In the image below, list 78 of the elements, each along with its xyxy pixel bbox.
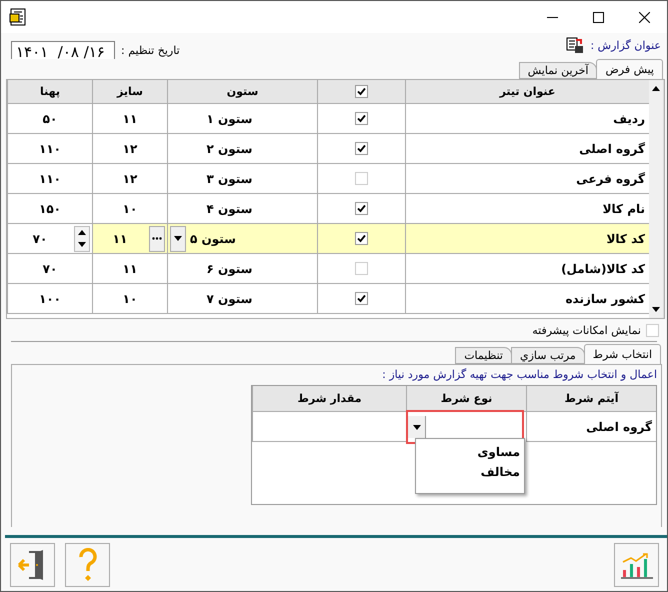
column-header: ستون bbox=[167, 80, 317, 104]
tab[interactable]: پیش فرض bbox=[596, 59, 663, 79]
table-cell: ستون ۳ bbox=[167, 164, 317, 194]
table-cell: ردیف bbox=[405, 104, 649, 134]
row-checkbox[interactable] bbox=[355, 142, 368, 155]
dropdown-button[interactable] bbox=[170, 226, 186, 252]
down-arrow-icon bbox=[412, 424, 420, 430]
table-cell: ستون ۶ bbox=[167, 254, 317, 284]
table-cell: گروه اصلی bbox=[526, 412, 656, 442]
table-cell: نام کالا bbox=[405, 194, 649, 224]
tab[interactable]: آخرین نمایش bbox=[518, 62, 598, 79]
bar-chart-icon bbox=[620, 550, 654, 580]
table-cell: گروه اصلی bbox=[405, 134, 649, 164]
ellipsis-button[interactable] bbox=[149, 226, 165, 252]
table-cell: ۱۱۰ bbox=[7, 164, 92, 194]
dropdown-option[interactable]: مساوی bbox=[420, 445, 520, 459]
app-icon bbox=[9, 8, 27, 26]
size-field[interactable]: ۱۱ bbox=[112, 232, 128, 246]
column-header: عنوان تیتر bbox=[405, 80, 649, 104]
close-icon bbox=[638, 12, 650, 22]
table-cell: ۱۲ bbox=[92, 164, 167, 194]
tab[interactable]: تنظیمات bbox=[455, 347, 512, 364]
table-cell: ۱۱ bbox=[92, 104, 167, 134]
up-arrow-icon[interactable] bbox=[652, 86, 660, 91]
down-arrow-icon[interactable] bbox=[78, 242, 86, 247]
down-arrow-icon[interactable] bbox=[652, 307, 660, 312]
tab[interactable]: انتخاب شرط bbox=[584, 344, 661, 364]
tab[interactable]: مرتب سازي bbox=[510, 347, 585, 364]
table-cell: گروه فرعی bbox=[405, 164, 649, 194]
row-checkbox[interactable] bbox=[355, 172, 368, 185]
table-cell: ۱۰ bbox=[92, 194, 167, 224]
row-checkbox[interactable] bbox=[355, 292, 368, 305]
table-cell: ۱۱۰ bbox=[7, 134, 92, 164]
table-cell: ۱۵۰ bbox=[7, 194, 92, 224]
table-cell: ۱۰۰ bbox=[7, 284, 92, 314]
question-mark-icon bbox=[78, 548, 98, 582]
hint-text: اعمال و انتخاب شروط مناسب جهت تهیه گزارش مورد نیاز : bbox=[381, 368, 657, 381]
table-cell: کد کالا(شامل) bbox=[405, 254, 649, 284]
minimize-icon bbox=[546, 16, 558, 18]
row-checkbox[interactable] bbox=[355, 202, 368, 215]
ellipsis-icon bbox=[152, 237, 162, 240]
spinner[interactable] bbox=[74, 226, 90, 252]
table-cell: کد کالا bbox=[405, 224, 649, 254]
column-header: پهنا bbox=[7, 80, 92, 104]
report-title-label: عنوان گزارش : bbox=[590, 39, 661, 52]
dropdown-option[interactable]: مخالف bbox=[420, 465, 520, 479]
date-label: تاریخ تنظیم : bbox=[121, 44, 180, 56]
table-cell: ۵۰ bbox=[7, 104, 92, 134]
chart-button[interactable] bbox=[614, 543, 659, 587]
column-header: سایز bbox=[92, 80, 167, 104]
table-cell: ۱۲ bbox=[92, 134, 167, 164]
table-cell: ستون ۷ bbox=[167, 284, 317, 314]
exit-button[interactable] bbox=[10, 543, 55, 587]
table-cell: ستون ۴ bbox=[167, 194, 317, 224]
table-cell: ستون ۱ bbox=[167, 104, 317, 134]
width-field[interactable]: ۷۰ bbox=[32, 232, 48, 246]
advanced-label: نمایش امکانات پیشرفته bbox=[532, 324, 641, 336]
table-cell: ستون ۲ bbox=[167, 134, 317, 164]
row-checkbox[interactable] bbox=[355, 232, 368, 245]
row-checkbox[interactable] bbox=[355, 112, 368, 125]
scrollbar[interactable] bbox=[649, 80, 664, 318]
maximize-icon bbox=[592, 12, 604, 22]
column-header: آیتم شرط bbox=[526, 386, 656, 412]
report-icon[interactable] bbox=[566, 37, 584, 54]
column-dropdown[interactable]: ستون ۵ bbox=[190, 232, 236, 246]
column-header: مقدار شرط bbox=[252, 386, 406, 412]
advanced-checkbox[interactable] bbox=[646, 324, 659, 336]
dropdown-button[interactable] bbox=[408, 416, 426, 438]
column-header: نوع شرط bbox=[406, 386, 526, 412]
row-checkbox[interactable] bbox=[355, 262, 368, 275]
table-cell: ۱۱ bbox=[92, 254, 167, 284]
table-cell: ۱۰ bbox=[92, 284, 167, 314]
table-cell: کشور سازنده bbox=[405, 284, 649, 314]
down-arrow-icon bbox=[174, 236, 182, 241]
up-arrow-icon[interactable] bbox=[78, 230, 86, 235]
table-cell: ۷۰ bbox=[7, 254, 92, 284]
date-field[interactable]: ۱۴۰۱ /۰۸ /۱۶ bbox=[11, 41, 115, 59]
header-checkbox[interactable] bbox=[355, 85, 368, 98]
